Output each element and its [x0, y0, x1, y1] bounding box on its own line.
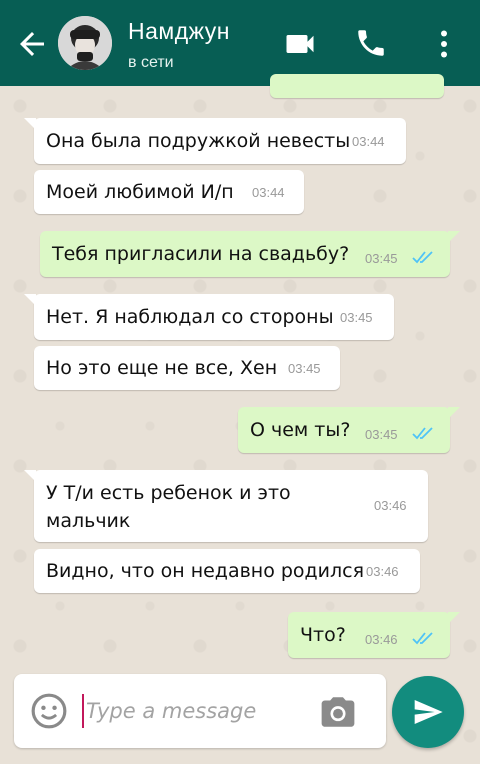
message-time: 03:46 — [374, 498, 407, 513]
message-text: О чем ты? — [250, 419, 351, 441]
message-time: 03:44 — [352, 134, 385, 149]
send-button[interactable] — [392, 676, 464, 748]
message-bubble[interactable]: О чем ты? 03:45 — [238, 407, 460, 453]
voice-call-button[interactable] — [354, 26, 390, 62]
message-time: 03:45 — [365, 427, 398, 442]
emoji-button[interactable] — [30, 692, 68, 730]
message-text: Нет. Я наблюдал со стороны — [46, 306, 334, 328]
message-time: 03:44 — [252, 185, 285, 200]
read-ticks-icon — [412, 632, 433, 645]
bubble-tail — [448, 231, 460, 243]
arrow-back-icon — [20, 32, 44, 56]
message-text: Что? — [300, 624, 346, 646]
message-bubble[interactable]: Тебя пригласили на свадьбу? 03:45 — [40, 231, 460, 277]
bubble-tail — [24, 470, 36, 482]
camera-icon — [321, 697, 355, 727]
read-ticks-icon — [412, 427, 433, 440]
more-vert-icon — [441, 30, 447, 58]
message-bubble[interactable]: Что? 03:46 — [288, 612, 460, 658]
message-input[interactable] — [86, 696, 306, 726]
text-cursor — [82, 694, 84, 728]
bubble-tail — [448, 407, 460, 419]
message-text: Тебя пригласили на свадьбу? — [52, 243, 350, 265]
more-options-button[interactable] — [426, 26, 462, 62]
message-text-line2: мальчик — [46, 510, 131, 532]
message-time: 03:46 — [366, 564, 399, 579]
video-call-button[interactable] — [282, 26, 318, 62]
emoji-icon — [31, 693, 67, 729]
message-bubble[interactable]: Но это еще не все, Хен 03:45 — [34, 346, 340, 390]
message-text: Видно, что он недавно родился — [46, 560, 365, 582]
message-bubble-partial — [270, 74, 444, 98]
message-bubble[interactable]: Она была подружкой невесты 03:44 — [24, 118, 406, 164]
message-text: Моей любимой И/п — [46, 181, 234, 203]
read-ticks-icon — [412, 251, 433, 264]
message-time: 03:45 — [288, 361, 321, 376]
message-time: 03:45 — [340, 310, 373, 325]
message-bubble[interactable]: У Т/и есть ребенок и это мальчик 03:46 — [24, 470, 428, 542]
message-text: Она была подружкой невесты — [46, 130, 351, 152]
camera-button[interactable] — [318, 694, 358, 730]
message-bubble[interactable]: Нет. Я наблюдал со стороны 03:45 — [24, 294, 394, 340]
bubble-tail — [24, 118, 36, 130]
message-composer — [14, 674, 386, 748]
message-bubble[interactable]: Моей любимой И/п 03:44 — [34, 170, 304, 214]
avatar[interactable] — [58, 16, 112, 70]
bubble-tail — [448, 612, 460, 624]
contact-name[interactable]: Намджун — [128, 18, 230, 45]
message-time: 03:45 — [365, 251, 398, 266]
message-text: Но это еще не все, Хен — [46, 357, 278, 379]
message-time: 03:46 — [365, 632, 398, 647]
message-bubble[interactable]: Видно, что он недавно родился 03:46 — [34, 549, 420, 593]
contact-status: в сети — [128, 54, 174, 71]
bubble-tail — [24, 294, 36, 306]
videocam-icon — [286, 35, 314, 53]
message-text-line1: У Т/и есть ребенок и это — [46, 482, 291, 504]
send-icon — [414, 700, 443, 724]
back-button[interactable] — [14, 26, 50, 62]
phone-icon — [358, 30, 384, 56]
